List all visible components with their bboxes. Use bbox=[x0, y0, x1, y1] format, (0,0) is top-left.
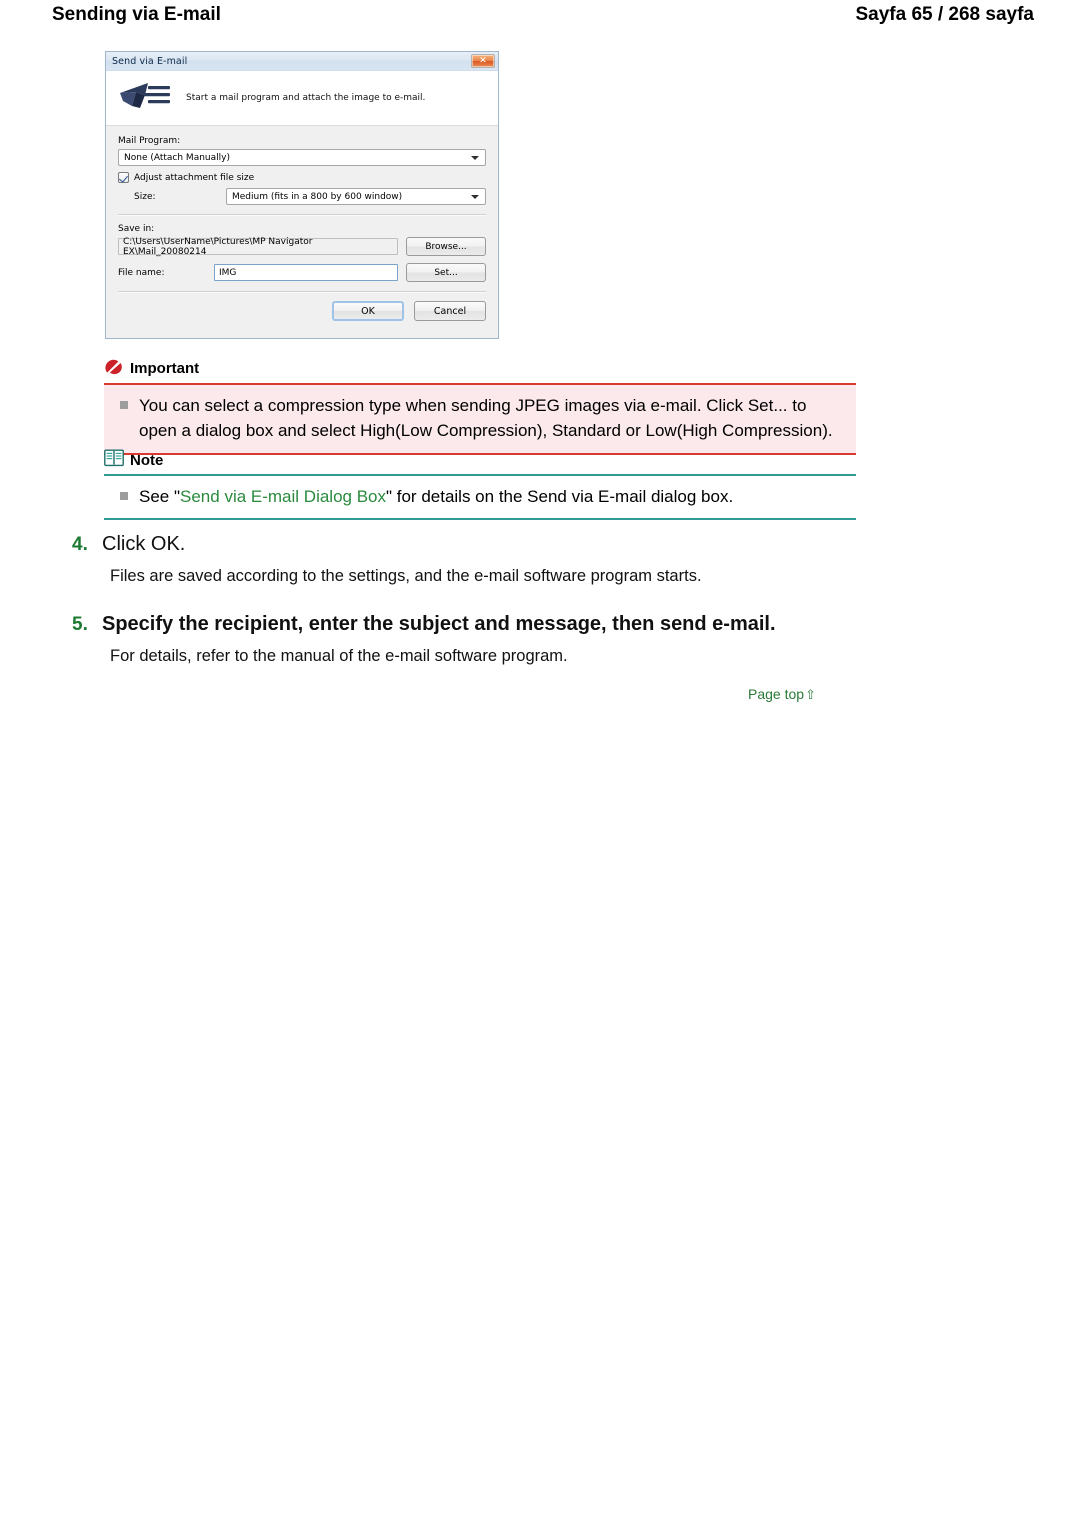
save-in-path: C:\Users\UserName\Pictures\MP Navigator … bbox=[118, 237, 398, 257]
adjust-attachment-size-checkbox-row[interactable]: Adjust attachment file size bbox=[118, 172, 486, 183]
chevron-down-icon bbox=[471, 155, 479, 160]
step-4-description: Files are saved according to the setting… bbox=[110, 567, 702, 585]
page-indicator: Sayfa 65 / 268 sayfa bbox=[855, 4, 1034, 25]
flying-envelope-icon bbox=[118, 79, 174, 117]
file-name-row: File name: IMG Set... bbox=[118, 263, 486, 282]
list-item: See "Send via E-mail Dialog Box" for det… bbox=[108, 484, 846, 509]
square-bullet-icon bbox=[120, 401, 128, 409]
file-name-input[interactable]: IMG bbox=[214, 264, 398, 281]
note-callout: Note See "Send via E-mail Dialog Box" fo… bbox=[104, 449, 856, 520]
note-text-prefix: See " bbox=[139, 487, 181, 506]
dialog-title: Send via E-mail bbox=[112, 55, 188, 67]
step-5-title: Specify the recipient, enter the subject… bbox=[102, 613, 776, 635]
save-in-row: C:\Users\UserName\Pictures\MP Navigator … bbox=[118, 237, 486, 257]
important-heading: Important bbox=[130, 360, 200, 377]
important-body: You can select a compression type when s… bbox=[104, 383, 856, 455]
divider-footer bbox=[118, 291, 486, 293]
important-callout: Important You can select a compression t… bbox=[104, 356, 856, 455]
important-heading-row: Important bbox=[104, 356, 856, 383]
save-in-label: Save in: bbox=[118, 224, 155, 234]
step-5-number: 5. bbox=[72, 614, 88, 635]
no-entry-icon bbox=[104, 356, 124, 381]
step-4-title: Click OK. bbox=[102, 533, 186, 555]
step-5: 5. Specify the recipient, enter the subj… bbox=[72, 613, 972, 666]
dialog-titlebar: Send via E-mail ✕ bbox=[106, 52, 498, 71]
divider bbox=[118, 214, 486, 216]
page-title: Sending via E-mail bbox=[52, 4, 221, 25]
important-bullet-text: You can select a compression type when s… bbox=[139, 396, 833, 440]
step-4: 4. Click OK. Files are saved according t… bbox=[72, 533, 972, 586]
step-4-number: 4. bbox=[72, 534, 88, 555]
close-icon[interactable]: ✕ bbox=[471, 54, 495, 68]
size-select[interactable]: Medium (fits in a 800 by 600 window) bbox=[226, 188, 486, 205]
open-book-icon bbox=[104, 449, 124, 472]
page-top-link[interactable]: Page top ⇧ bbox=[748, 686, 816, 702]
size-value: Medium (fits in a 800 by 600 window) bbox=[232, 191, 403, 202]
list-item: You can select a compression type when s… bbox=[108, 393, 846, 443]
dialog-body: Mail Program: None (Attach Manually) Adj… bbox=[106, 126, 498, 338]
step-4-head: 4. Click OK. bbox=[72, 533, 972, 556]
dialog-banner-text: Start a mail program and attach the imag… bbox=[186, 93, 426, 103]
ok-button[interactable]: OK bbox=[332, 301, 404, 321]
note-body: See "Send via E-mail Dialog Box" for det… bbox=[104, 474, 856, 520]
size-label: Size: bbox=[134, 191, 156, 202]
mail-program-label: Mail Program: bbox=[118, 136, 181, 146]
cancel-button[interactable]: Cancel bbox=[414, 301, 486, 321]
send-via-email-dialog-box-link[interactable]: Send via E-mail Dialog Box bbox=[180, 487, 386, 506]
page-header: Sending via E-mail Sayfa 65 / 268 sayfa bbox=[0, 0, 1080, 34]
note-heading-row: Note bbox=[104, 449, 856, 474]
chevron-down-icon bbox=[471, 194, 479, 199]
adjust-attachment-size-label: Adjust attachment file size bbox=[134, 172, 255, 183]
file-name-label: File name: bbox=[118, 267, 165, 278]
adjust-attachment-size-checkbox[interactable] bbox=[118, 172, 129, 183]
step-5-head: 5. Specify the recipient, enter the subj… bbox=[72, 613, 972, 636]
dialog-footer: OK Cancel bbox=[118, 301, 486, 321]
send-via-email-dialog: Send via E-mail ✕ Start a mail program a… bbox=[105, 51, 499, 339]
square-bullet-icon bbox=[120, 492, 128, 500]
size-row: Size: Medium (fits in a 800 by 600 windo… bbox=[118, 188, 486, 205]
set-button[interactable]: Set... bbox=[406, 263, 486, 282]
step-5-description: For details, refer to the manual of the … bbox=[110, 647, 568, 665]
note-bullet-text: See "Send via E-mail Dialog Box" for det… bbox=[139, 484, 846, 509]
mail-program-select[interactable]: None (Attach Manually) bbox=[118, 149, 486, 166]
note-heading: Note bbox=[130, 452, 164, 469]
page-top-label: Page top bbox=[748, 686, 805, 702]
mail-program-value: None (Attach Manually) bbox=[124, 152, 230, 163]
arrow-up-icon: ⇧ bbox=[805, 686, 816, 702]
note-text-suffix: " for details on the Send via E-mail dia… bbox=[386, 487, 734, 506]
dialog-banner: Start a mail program and attach the imag… bbox=[106, 71, 498, 126]
browse-button[interactable]: Browse... bbox=[406, 237, 486, 256]
